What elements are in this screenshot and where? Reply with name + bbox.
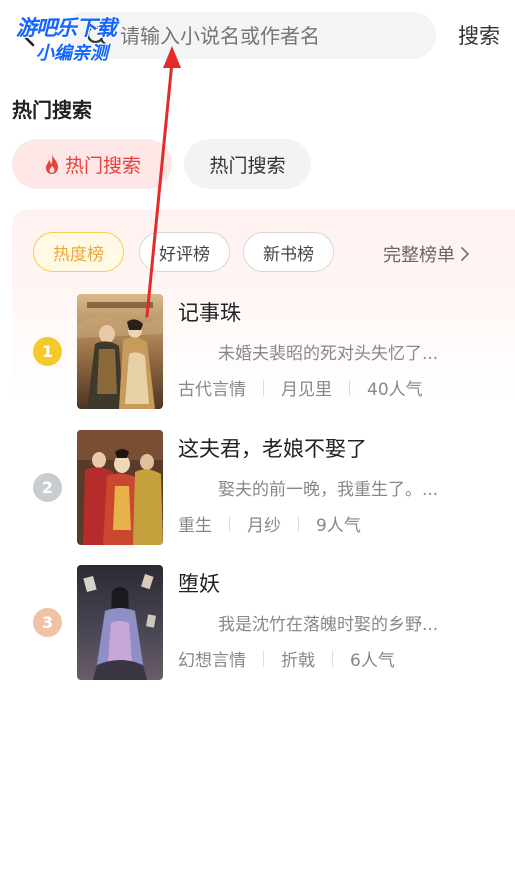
- book-meta: 古代言情 月见里 40人气: [178, 375, 423, 400]
- book-genre: 古代言情: [178, 380, 246, 400]
- chip-hot-search[interactable]: 热门搜索: [184, 139, 311, 189]
- watermark-line2: 小编亲测: [36, 43, 108, 64]
- chevron-right-icon: [461, 247, 469, 261]
- cover-image-icon: [77, 294, 163, 409]
- book-title[interactable]: 这夫君，老娘不娶了: [178, 433, 367, 463]
- book-popularity: 6人气: [350, 651, 395, 671]
- tab-new[interactable]: 新书榜: [243, 232, 334, 272]
- watermark-line1: 游吧乐下载: [16, 16, 117, 40]
- book-description: 我是沈竹在落魄时娶的乡野...: [218, 615, 439, 635]
- book-genre: 幻想言情: [178, 651, 246, 671]
- rank-badge: 1: [33, 337, 62, 366]
- rank-badge: 3: [33, 608, 62, 637]
- cover-image-icon: [77, 430, 163, 545]
- chip-hot-search-active[interactable]: 热门搜索: [12, 139, 172, 189]
- book-description: 娶夫的前一晚，我重生了。...: [218, 480, 439, 500]
- meta-divider: [263, 650, 264, 667]
- book-cover[interactable]: [77, 430, 163, 545]
- book-meta: 幻想言情 折戟 6人气: [178, 646, 395, 671]
- book-row[interactable]: 1 记事珠 未婚夫裴昭的死对头失忆了... 古代言情 月见里 40人气: [0, 294, 515, 410]
- book-author: 折戟: [281, 651, 315, 671]
- watermark: 游吧乐下载 小编亲测: [14, 10, 149, 66]
- book-description: 未婚夫裴昭的死对头失忆了...: [218, 344, 439, 364]
- chip-label: 热门搜索: [209, 154, 286, 177]
- section-title: 热门搜索: [12, 98, 92, 122]
- book-meta: 重生 月纱 9人气: [178, 511, 361, 536]
- book-author: 月见里: [281, 380, 332, 400]
- rank-badge: 2: [33, 473, 62, 502]
- full-list-label: 完整榜单: [383, 245, 455, 266]
- book-author: 月纱: [247, 516, 281, 536]
- meta-divider: [298, 515, 299, 532]
- tab-rated[interactable]: 好评榜: [139, 232, 230, 272]
- book-title[interactable]: 记事珠: [178, 297, 241, 327]
- search-input[interactable]: [120, 12, 420, 59]
- flame-icon: [45, 154, 58, 174]
- book-row[interactable]: 2 这夫君，老娘不娶了 娶夫的前一晚，我重生了。... 重生 月纱 9人气: [0, 430, 515, 546]
- book-popularity: 9人气: [316, 516, 361, 536]
- full-list-link[interactable]: 完整榜单: [383, 241, 471, 267]
- meta-divider: [349, 379, 350, 396]
- meta-divider: [229, 515, 230, 532]
- book-cover[interactable]: [77, 294, 163, 409]
- cover-image-icon: [77, 565, 163, 680]
- tab-hot[interactable]: 热度榜: [33, 232, 124, 272]
- search-button[interactable]: 搜索: [458, 20, 500, 50]
- book-row[interactable]: 3 堕妖 我是沈竹在落魄时娶的乡野... 幻想言情 折戟 6人气: [0, 565, 515, 681]
- meta-divider: [332, 650, 333, 667]
- meta-divider: [263, 379, 264, 396]
- book-title[interactable]: 堕妖: [178, 568, 220, 598]
- book-cover[interactable]: [77, 565, 163, 680]
- book-popularity: 40人气: [367, 380, 423, 400]
- book-genre: 重生: [178, 516, 212, 536]
- chip-label: 热门搜索: [64, 154, 141, 177]
